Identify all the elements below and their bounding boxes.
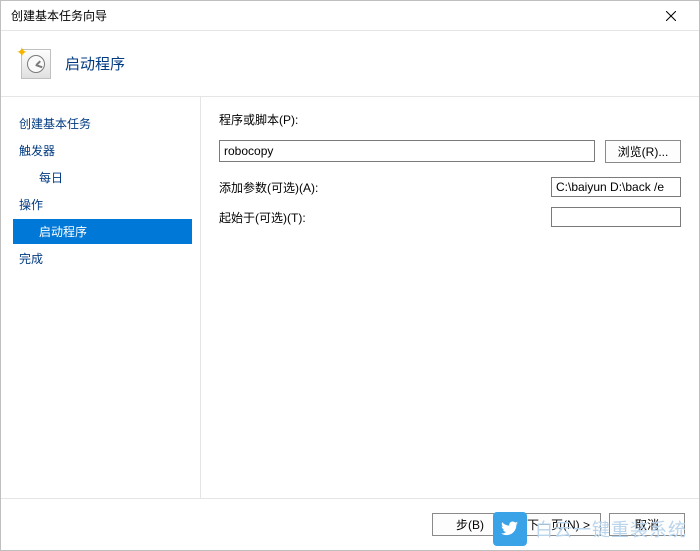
wizard-icon: ✦ xyxy=(21,49,51,79)
next-button[interactable]: 下一页(N) > xyxy=(516,513,601,536)
titlebar: 创建基本任务向导 xyxy=(1,1,699,31)
program-input[interactable] xyxy=(219,140,595,162)
new-star-icon: ✦ xyxy=(16,44,28,61)
clock-icon xyxy=(27,55,45,73)
startin-input[interactable] xyxy=(551,207,681,227)
step-trigger[interactable]: 触发器 xyxy=(13,138,192,163)
step-action[interactable]: 操作 xyxy=(13,192,192,217)
arguments-label: 添加参数(可选)(A): xyxy=(219,179,551,196)
back-button[interactable]: 步(B) xyxy=(432,513,508,536)
page-title: 启动程序 xyxy=(65,53,125,74)
arguments-input[interactable] xyxy=(551,177,681,197)
cancel-button[interactable]: 取消 xyxy=(609,513,685,536)
close-button[interactable] xyxy=(649,2,693,30)
wizard-body: 创建基本任务 触发器 每日 操作 启动程序 完成 程序或脚本(P): 浏览(R)… xyxy=(1,97,699,498)
close-icon xyxy=(666,11,676,21)
program-input-row: 浏览(R)... xyxy=(219,140,681,163)
wizard-footer: 步(B) 下一页(N) > 取消 xyxy=(1,498,699,550)
program-label: 程序或脚本(P): xyxy=(219,111,298,128)
wizard-content: 程序或脚本(P): 浏览(R)... 添加参数(可选)(A): 起始于(可选)(… xyxy=(201,97,699,498)
startin-row: 起始于(可选)(T): xyxy=(219,207,681,227)
wizard-header: ✦ 启动程序 xyxy=(1,31,699,97)
window-title: 创建基本任务向导 xyxy=(11,7,649,24)
browse-button[interactable]: 浏览(R)... xyxy=(605,140,681,163)
program-label-row: 程序或脚本(P): xyxy=(219,111,681,132)
step-finish[interactable]: 完成 xyxy=(13,246,192,271)
step-create-basic-task[interactable]: 创建基本任务 xyxy=(13,111,192,136)
wizard-steps-sidebar: 创建基本任务 触发器 每日 操作 启动程序 完成 xyxy=(1,97,201,498)
step-daily[interactable]: 每日 xyxy=(13,165,192,190)
arguments-row: 添加参数(可选)(A): xyxy=(219,177,681,197)
startin-label: 起始于(可选)(T): xyxy=(219,209,551,226)
step-start-program[interactable]: 启动程序 xyxy=(13,219,192,244)
